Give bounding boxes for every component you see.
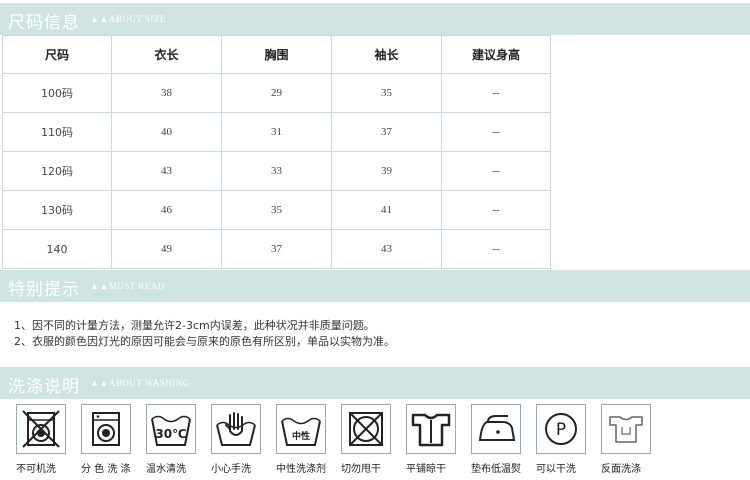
dry-clean-icon: P xyxy=(536,404,586,454)
cell-height: -- xyxy=(441,151,551,191)
separate-color-wash-icon xyxy=(81,404,131,454)
cell-size: 130码 xyxy=(2,190,112,230)
wash-item: 30℃ 温水清洗 xyxy=(146,404,204,475)
wash-item: 分 色 洗 涤 xyxy=(81,404,139,475)
dry-clean-letter: P xyxy=(556,420,566,440)
cell-length: 49 xyxy=(111,229,222,269)
low-temp-iron-icon xyxy=(471,404,521,454)
wash-item: P 可以干洗 xyxy=(536,404,594,475)
cell-chest: 37 xyxy=(221,229,332,269)
cell-sleeve: 39 xyxy=(331,151,442,191)
product-info-page: 尺码信息 ▲▲ABOUT SIZE 尺码 衣长 胸围 袖长 建议身高 100码 … xyxy=(0,0,750,480)
wash-label: 分 色 洗 涤 xyxy=(81,464,131,475)
size-table: 尺码 衣长 胸围 袖长 建议身高 100码 38 29 35 -- 110码 4… xyxy=(2,35,551,269)
cell-height: -- xyxy=(441,229,551,269)
wash-label: 小心手洗 xyxy=(211,464,251,475)
header-height: 建议身高 xyxy=(441,35,551,74)
hand-wash-icon xyxy=(211,404,261,454)
cell-sleeve: 35 xyxy=(331,73,442,113)
wash-inside-out-icon xyxy=(601,404,651,454)
wash-section-header: 洗涤说明 ▲▲ABOUT WASHING xyxy=(0,367,750,399)
header-sleeve: 袖长 xyxy=(331,35,442,74)
wash-section-subtitle: ▲▲ABOUT WASHING xyxy=(90,378,190,388)
cell-height: -- xyxy=(441,190,551,230)
cell-size: 100码 xyxy=(2,73,112,113)
water-temp-text: 30℃ xyxy=(155,427,186,441)
cell-chest: 35 xyxy=(221,190,332,230)
cell-length: 40 xyxy=(111,112,222,152)
wash-item: 垫布低温熨 xyxy=(471,404,529,475)
cell-chest: 31 xyxy=(221,112,332,152)
cell-sleeve: 41 xyxy=(331,190,442,230)
cell-height: -- xyxy=(441,112,551,152)
cell-chest: 29 xyxy=(221,73,332,113)
wash-icons-row: 不可机洗 分 色 洗 涤 30℃ 温水清洗 小心手洗 中性 中性洗涤剂 切勿甩干… xyxy=(16,404,750,480)
header-length: 衣长 xyxy=(111,35,222,74)
wash-label: 切勿甩干 xyxy=(341,464,381,475)
wash-label: 中性洗涤剂 xyxy=(276,464,326,475)
no-tumble-dry-icon xyxy=(341,404,391,454)
tip-line-2: 2、衣服的颜色因灯光的原因可能会与原来的原色有所区别，单品以实物为准。 xyxy=(14,335,395,348)
cell-length: 38 xyxy=(111,73,222,113)
wash-label: 不可机洗 xyxy=(16,464,56,475)
table-row: 130码 46 35 41 -- xyxy=(2,190,551,230)
cell-length: 46 xyxy=(111,190,222,230)
size-table-header-row: 尺码 衣长 胸围 袖长 建议身高 xyxy=(2,35,551,74)
wash-item: 平铺晾干 xyxy=(406,404,464,475)
table-row: 100码 38 29 35 -- xyxy=(2,73,551,113)
size-section-title: 尺码信息 xyxy=(8,13,80,33)
no-machine-wash-icon xyxy=(16,404,66,454)
wash-item: 不可机洗 xyxy=(16,404,74,475)
cell-height: -- xyxy=(441,73,551,113)
table-row: 140 49 37 43 -- xyxy=(2,229,551,269)
cell-size: 120码 xyxy=(2,151,112,191)
wash-label: 平铺晾干 xyxy=(406,464,446,475)
cell-length: 43 xyxy=(111,151,222,191)
size-section-subtitle: ▲▲ABOUT SIZE xyxy=(90,14,166,24)
tips-text: 1、因不同的计量方法，测量允许2-3cm内误差，此种状况并非质量问题。 2、衣服… xyxy=(14,318,395,350)
wash-section-title: 洗涤说明 xyxy=(8,377,80,397)
cell-sleeve: 43 xyxy=(331,229,442,269)
warm-water-wash-icon: 30℃ xyxy=(146,404,196,454)
flat-dry-icon xyxy=(406,404,456,454)
wash-item: 小心手洗 xyxy=(211,404,269,475)
wash-label: 垫布低温熨 xyxy=(471,464,521,475)
size-section-header: 尺码信息 ▲▲ABOUT SIZE xyxy=(0,3,750,35)
cell-chest: 33 xyxy=(221,151,332,191)
cell-size: 110码 xyxy=(2,112,112,152)
wash-label: 温水清洗 xyxy=(146,464,186,475)
neutral-detergent-icon: 中性 xyxy=(276,404,326,454)
table-row: 110码 40 31 37 -- xyxy=(2,112,551,152)
tip-line-1: 1、因不同的计量方法，测量允许2-3cm内误差，此种状况并非质量问题。 xyxy=(14,319,375,332)
wash-item: 切勿甩干 xyxy=(341,404,399,475)
wash-label: 可以干洗 xyxy=(536,464,576,475)
tips-section-subtitle: ▲▲MUST READ xyxy=(90,281,165,291)
cell-size: 140 xyxy=(2,229,112,269)
wash-item: 反面洗涤 xyxy=(601,404,659,475)
wash-item: 中性 中性洗涤剂 xyxy=(276,404,334,475)
tips-section-title: 特别提示 xyxy=(8,280,80,300)
header-chest: 胸围 xyxy=(221,35,332,74)
neutral-text: 中性 xyxy=(292,430,310,442)
table-row: 120码 43 33 39 -- xyxy=(2,151,551,191)
tips-section-header: 特别提示 ▲▲MUST READ xyxy=(0,270,750,302)
header-size: 尺码 xyxy=(2,35,112,74)
cell-sleeve: 37 xyxy=(331,112,442,152)
wash-label: 反面洗涤 xyxy=(601,464,641,475)
